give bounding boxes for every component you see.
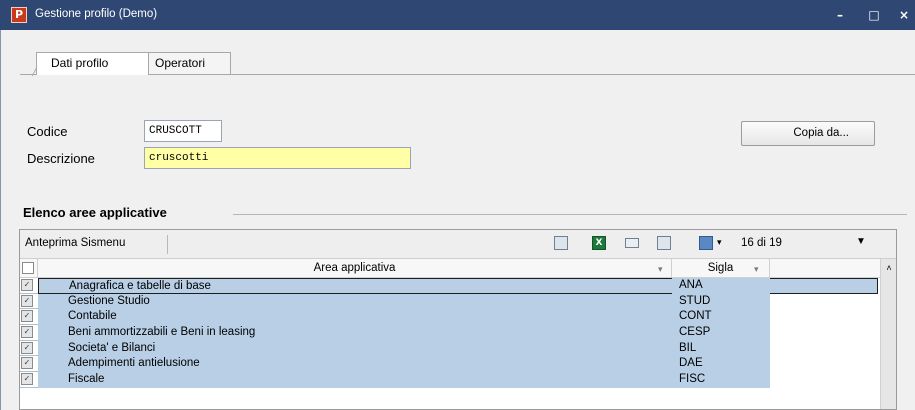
cell-empty[interactable]	[770, 372, 878, 388]
cell-sigla[interactable]: CONT	[672, 309, 770, 326]
filter-toggle-icon[interactable]	[657, 236, 671, 250]
areas-grid: Anteprima Sismenu X ▾ 16 di 19 ▼ Area ap…	[19, 229, 897, 410]
descrizione-field[interactable]: cruscotti	[144, 147, 411, 169]
grid-toolbar: Anteprima Sismenu X ▾ 16 di 19 ▼	[20, 230, 896, 259]
table-row[interactable]: ✓ Gestione Studio STUD	[20, 293, 878, 310]
cell-empty[interactable]	[770, 356, 878, 373]
column-filter-icon[interactable]: ▾	[658, 260, 663, 278]
grid-rows: ✓ Anagrafica e tabelle di base ANA ✓ Ges…	[20, 278, 878, 388]
row-checkbox[interactable]: ✓	[21, 294, 33, 307]
column-header-area[interactable]: Area applicativa ▾	[38, 259, 672, 278]
section-divider	[233, 214, 907, 215]
cell-sigla[interactable]: BIL	[672, 340, 770, 357]
column-chooser-icon[interactable]	[699, 236, 713, 250]
cell-empty[interactable]	[770, 325, 878, 341]
record-dropdown-icon[interactable]: ▼	[856, 236, 866, 247]
table-row[interactable]: ✓ Anagrafica e tabelle di base ANA	[20, 278, 878, 294]
tab-strip-border	[20, 74, 915, 75]
cell-sigla[interactable]: DAE	[672, 356, 770, 373]
window-title: Gestione profilo (Demo)	[35, 8, 158, 20]
codice-field[interactable]: CRUSCOTT	[144, 120, 222, 142]
grid-header: Area applicativa ▾ Sigla ▾	[20, 259, 896, 278]
copy-from-button[interactable]: Copia da...	[741, 121, 875, 146]
table-row[interactable]: ✓ Fiscale FISC	[20, 372, 878, 388]
codice-label: Codice	[27, 124, 68, 139]
table-row[interactable]: ✓ Adempimenti antielusione DAE	[20, 356, 878, 373]
row-checkbox[interactable]: ✓	[21, 357, 33, 370]
table-row[interactable]: ✓ Beni ammortizzabili e Beni in leasing …	[20, 325, 878, 341]
cell-empty[interactable]	[770, 340, 878, 357]
layout-icon[interactable]	[625, 238, 639, 248]
cell-sigla[interactable]: CESP	[672, 325, 770, 341]
column-filter-icon[interactable]: ▾	[754, 260, 759, 278]
row-checkbox[interactable]: ✓	[21, 310, 33, 323]
cell-area[interactable]: Adempimenti antielusione	[38, 356, 672, 373]
print-preview-icon[interactable]	[554, 236, 568, 250]
close-button[interactable]: ×	[893, 5, 915, 25]
excel-export-icon[interactable]: X	[592, 236, 606, 250]
cell-sigla[interactable]: FISC	[672, 372, 770, 388]
cell-area[interactable]: Beni ammortizzabili e Beni in leasing	[38, 325, 672, 341]
maximize-button[interactable]: □	[863, 5, 885, 25]
cell-area[interactable]: Fiscale	[38, 372, 672, 388]
row-checkbox[interactable]: ✓	[21, 279, 33, 291]
vertical-scrollbar[interactable]: ˄	[880, 259, 896, 409]
column-header-empty	[770, 259, 878, 278]
tab-operatori[interactable]: Operatori	[148, 52, 231, 74]
cell-sigla[interactable]: STUD	[672, 293, 770, 310]
toolbar-separator	[167, 235, 168, 254]
cell-area[interactable]: Contabile	[38, 309, 672, 326]
row-checkbox[interactable]: ✓	[21, 373, 33, 386]
scroll-up-icon[interactable]: ˄	[881, 260, 896, 276]
cell-empty[interactable]	[770, 293, 878, 310]
column-header-sigla[interactable]: Sigla ▾	[672, 259, 770, 278]
window-titlebar: P Gestione profilo (Demo) – □ ×	[0, 0, 915, 30]
cell-sigla[interactable]: ANA	[672, 278, 770, 294]
select-all-checkbox[interactable]	[20, 259, 38, 278]
table-row[interactable]: ✓ Societa' e Bilanci BIL	[20, 340, 878, 357]
column-header-sigla-label: Sigla	[707, 262, 734, 274]
section-title: Elenco aree applicative	[23, 205, 167, 220]
cell-area[interactable]: Societa' e Bilanci	[38, 340, 672, 357]
row-checkbox[interactable]: ✓	[21, 341, 33, 354]
cell-area[interactable]: Gestione Studio	[38, 293, 672, 310]
row-checkbox[interactable]: ✓	[21, 326, 33, 339]
minimize-button[interactable]: –	[829, 5, 851, 25]
preview-sismenu-button[interactable]: Anteprima Sismenu	[25, 237, 125, 249]
record-count: 16 di 19	[741, 237, 782, 249]
tab-dati-profilo[interactable]: Dati profilo	[36, 52, 149, 75]
app-logo-icon: P	[11, 7, 27, 23]
column-header-area-label: Area applicativa	[313, 262, 396, 274]
column-chooser-dropdown-icon[interactable]: ▾	[717, 237, 722, 248]
descrizione-label: Descrizione	[27, 151, 95, 166]
cell-empty[interactable]	[770, 309, 878, 326]
table-row[interactable]: ✓ Contabile CONT	[20, 309, 878, 326]
